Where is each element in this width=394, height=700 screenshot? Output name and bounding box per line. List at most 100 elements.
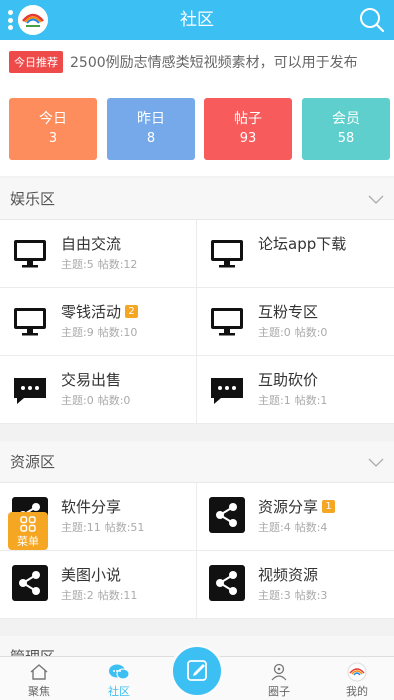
menu-dots-icon[interactable] xyxy=(8,10,14,30)
share-icon xyxy=(12,565,48,601)
forum-meta: 主题:9 帖数:10 xyxy=(61,324,141,340)
logo-avatar[interactable] xyxy=(18,5,48,35)
forum-item[interactable]: 互粉专区 主题:0 帖数:0 xyxy=(197,288,394,356)
share-icon xyxy=(209,497,245,533)
forum-name: 资源分享 1 xyxy=(258,496,336,517)
search-icon[interactable] xyxy=(358,6,386,34)
nav-label: 聚焦 xyxy=(28,685,50,698)
forum-name-text: 自由交流 xyxy=(61,235,122,253)
nav-label: 社区 xyxy=(108,685,130,698)
publish-button[interactable] xyxy=(170,644,224,698)
forum-meta: 主题:2 帖数:11 xyxy=(61,587,141,603)
forum-name: 零钱活动 2 xyxy=(61,301,139,322)
forum-name-text: 视频资源 xyxy=(258,566,319,584)
chevron-down-icon[interactable] xyxy=(368,191,384,207)
forum-name: 互助砍价 xyxy=(258,369,318,390)
floating-menu-button[interactable]: 菜单 xyxy=(8,512,48,550)
forum-name-text: 互粉专区 xyxy=(258,303,319,321)
forum-item[interactable]: 交易出售 主题:0 帖数:0 xyxy=(0,356,197,424)
stat-value: 93 xyxy=(239,131,257,146)
stat-posts: 帖子 93 xyxy=(204,98,292,160)
circle-group-icon xyxy=(271,663,287,681)
edit-icon xyxy=(187,660,207,681)
nav-item-mine[interactable]: 我的 xyxy=(327,657,387,700)
stat-label: 今日 xyxy=(39,111,67,127)
forum-name-text: 资源分享 xyxy=(258,498,319,516)
stat-value: 3 xyxy=(48,131,58,146)
nav-label: 圈子 xyxy=(268,685,290,698)
topic-count: 主题:1 xyxy=(258,394,291,407)
stat-value: 58 xyxy=(337,131,355,146)
forum-name-text: 软件分享 xyxy=(61,498,122,516)
monitor-icon xyxy=(211,240,243,268)
section-resources: 资源区 软件分享 主题:11 帖数:51 资源分享 1 主题:4 帖数:4 美图小说 … xyxy=(0,441,394,619)
home-icon xyxy=(30,664,48,680)
section-entertainment: 娱乐区 自由交流 主题:5 帖数:12 论坛app下载 零钱活动 2 主题:9 帖数:… xyxy=(0,178,394,424)
post-count: 帖数:10 xyxy=(97,326,138,339)
section-header[interactable]: 资源区 xyxy=(0,441,394,483)
nav-item-circle[interactable]: 圈子 xyxy=(249,657,309,700)
new-post-badge: 2 xyxy=(125,305,139,318)
forum-name: 自由交流 xyxy=(61,233,121,254)
topic-count: 主题:5 xyxy=(61,258,94,271)
forum-name-text: 零钱活动 xyxy=(61,303,122,321)
forum-name: 视频资源 xyxy=(258,564,318,585)
app-screen: 社区 今日推荐 2500例励志情感类短视频素材，可以用于发布 今日 3 昨日 8… xyxy=(0,0,394,700)
nav-item-community[interactable]: 社区 xyxy=(89,657,149,700)
profile-icon xyxy=(347,662,367,682)
forum-name-text: 交易出售 xyxy=(61,371,122,389)
forum-name: 互粉专区 xyxy=(258,301,318,322)
forum-item[interactable]: 美图小说 主题:2 帖数:11 xyxy=(0,551,197,619)
topic-count: 主题:2 xyxy=(61,589,94,602)
post-count: 帖数:51 xyxy=(104,521,145,534)
topic-count: 主题:0 xyxy=(258,326,291,339)
forum-name: 交易出售 xyxy=(61,369,121,390)
floating-menu-label: 菜单 xyxy=(17,535,39,548)
stat-today: 今日 3 xyxy=(9,98,97,160)
topic-count: 主题:11 xyxy=(61,521,101,534)
forum-name-text: 美图小说 xyxy=(61,566,122,584)
forum-item[interactable]: 资源分享 1 主题:4 帖数:4 xyxy=(197,483,394,551)
forum-meta: 主题:0 帖数:0 xyxy=(61,392,134,408)
post-count: 帖数:0 xyxy=(294,326,328,339)
notice-text[interactable]: 2500例励志情感类短视频素材，可以用于发布 xyxy=(70,52,358,72)
stats-panel: 今日 3 昨日 8 帖子 93 会员 58 xyxy=(0,84,394,176)
header-bar: 社区 xyxy=(0,0,394,40)
nav-label: 我的 xyxy=(346,685,368,698)
stat-yesterday: 昨日 8 xyxy=(107,98,195,160)
chevron-down-icon[interactable] xyxy=(368,454,384,470)
notice-tag: 今日推荐 xyxy=(9,51,63,73)
grid-icon xyxy=(20,516,36,532)
forum-name: 软件分享 xyxy=(61,496,121,517)
post-count: 帖数:11 xyxy=(97,589,138,602)
monitor-icon xyxy=(211,308,243,336)
chat-icon xyxy=(109,664,130,680)
forum-item[interactable]: 零钱活动 2 主题:9 帖数:10 xyxy=(0,288,197,356)
forum-meta: 主题:1 帖数:1 xyxy=(258,392,331,408)
stat-value: 8 xyxy=(146,131,156,146)
monitor-icon xyxy=(14,240,46,268)
chat-bubble-icon xyxy=(211,378,243,404)
section-title: 资源区 xyxy=(10,453,56,471)
forum-item[interactable]: 自由交流 主题:5 帖数:12 xyxy=(0,220,197,288)
notice-bar[interactable]: 今日推荐 2500例励志情感类短视频素材，可以用于发布 xyxy=(0,40,394,84)
topic-count: 主题:3 xyxy=(258,589,291,602)
post-count: 帖数:0 xyxy=(97,394,131,407)
new-post-badge: 1 xyxy=(322,500,336,513)
stat-label: 帖子 xyxy=(234,111,262,127)
post-count: 帖数:1 xyxy=(294,394,328,407)
forum-meta: 主题:4 帖数:4 xyxy=(258,519,331,535)
forum-name-text: 互助砍价 xyxy=(258,371,319,389)
stat-label: 会员 xyxy=(332,111,360,127)
forum-item[interactable]: 论坛app下载 xyxy=(197,220,394,288)
topic-count: 主题:9 xyxy=(61,326,94,339)
share-icon xyxy=(209,565,245,601)
topic-count: 主题:4 xyxy=(258,521,291,534)
topic-count: 主题:0 xyxy=(61,394,94,407)
section-header[interactable]: 娱乐区 xyxy=(0,178,394,220)
stat-label: 昨日 xyxy=(137,111,165,127)
forum-item[interactable]: 视频资源 主题:3 帖数:3 xyxy=(197,551,394,619)
forum-item[interactable]: 互助砍价 主题:1 帖数:1 xyxy=(197,356,394,424)
post-count: 帖数:4 xyxy=(294,521,328,534)
nav-item-focus[interactable]: 聚焦 xyxy=(9,657,69,700)
